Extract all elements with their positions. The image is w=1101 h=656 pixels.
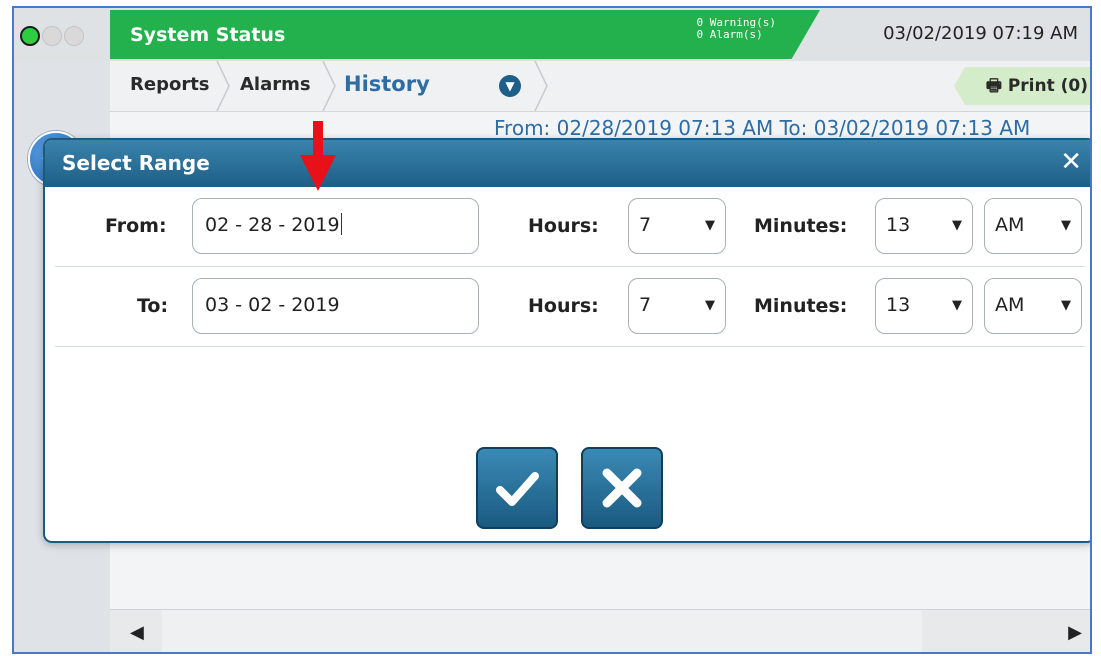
- to-hours-label: Hours:: [528, 295, 599, 317]
- check-icon: [496, 472, 539, 506]
- to-minutes-select[interactable]: 13 ▼: [875, 278, 973, 334]
- from-hours-select[interactable]: 7 ▼: [628, 198, 726, 254]
- breadcrumb: Reports Alarms History ▼ 🖶 Print (0): [110, 61, 1090, 112]
- from-ampm-value: AM: [995, 214, 1025, 236]
- to-ampm-value: AM: [995, 294, 1025, 316]
- breadcrumb-alarms[interactable]: Alarms: [240, 74, 311, 95]
- breadcrumb-separator-icon: [216, 61, 230, 111]
- select-range-dialog: Select Range ✕ From: 02 - 28 - 2019 Hour…: [43, 138, 1090, 543]
- close-icon[interactable]: ✕: [1060, 147, 1082, 177]
- printer-icon: 🖶: [985, 76, 1008, 96]
- top-status-bar: System Status 0 Warning(s) 0 Alarm(s) 03…: [14, 8, 1090, 61]
- scroll-track[interactable]: [162, 610, 922, 652]
- to-ampm-select[interactable]: AM ▼: [984, 278, 1082, 334]
- from-minutes-label: Minutes:: [754, 215, 848, 237]
- alarm-count: 0 Alarm(s): [696, 28, 763, 41]
- status-light-icon: [64, 26, 84, 46]
- chevron-down-icon: ▼: [952, 218, 962, 233]
- to-minutes-value: 13: [886, 294, 911, 316]
- chevron-down-icon[interactable]: ▼: [499, 75, 521, 97]
- breadcrumb-reports[interactable]: Reports: [130, 74, 210, 95]
- app-frame: System Status 0 Warning(s) 0 Alarm(s) 03…: [12, 6, 1092, 654]
- dialog-title: Select Range: [62, 151, 210, 175]
- to-label: To:: [137, 295, 169, 317]
- chevron-down-icon: ▼: [952, 298, 962, 313]
- scroll-left-icon[interactable]: ◀: [130, 622, 144, 643]
- confirm-button[interactable]: [476, 447, 558, 529]
- from-minutes-select[interactable]: 13 ▼: [875, 198, 973, 254]
- from-minutes-value: 13: [886, 214, 911, 236]
- cancel-button[interactable]: [581, 447, 663, 529]
- indicator-lights: [20, 26, 84, 46]
- from-hours-label: Hours:: [528, 215, 599, 237]
- print-label: Print (0): [1007, 76, 1088, 96]
- chevron-down-icon: ▼: [1061, 298, 1071, 313]
- print-button[interactable]: 🖶 Print (0): [954, 67, 1090, 105]
- text-cursor: [340, 213, 342, 235]
- breadcrumb-separator-icon: [322, 61, 336, 111]
- x-icon: [602, 468, 642, 508]
- to-hours-value: 7: [639, 294, 652, 316]
- to-date-value: 03 - 02 - 2019: [205, 294, 340, 316]
- chevron-down-icon: ▼: [1061, 218, 1071, 233]
- to-minutes-label: Minutes:: [754, 295, 848, 317]
- from-date-value: 02 - 28 - 2019: [205, 214, 340, 236]
- from-date-field[interactable]: 02 - 28 - 2019: [192, 198, 479, 254]
- chevron-down-icon: ▼: [705, 218, 715, 233]
- current-datetime: 03/02/2019 07:19 AM: [883, 23, 1078, 44]
- history-range-text: From: 02/28/2019 07:13 AM To: 03/02/2019…: [494, 116, 1031, 140]
- status-counts: 0 Warning(s) 0 Alarm(s): [697, 17, 776, 41]
- breadcrumb-separator-icon: [534, 61, 548, 111]
- status-light-icon: [42, 26, 62, 46]
- system-status-title: System Status: [130, 24, 286, 46]
- bottom-scroll-bar: ◀ ▶: [110, 609, 1090, 652]
- to-hours-select[interactable]: 7 ▼: [628, 278, 726, 334]
- from-ampm-select[interactable]: AM ▼: [984, 198, 1082, 254]
- chevron-down-icon: ▼: [705, 298, 715, 313]
- scroll-right-icon[interactable]: ▶: [1068, 622, 1082, 643]
- from-hours-value: 7: [639, 214, 652, 236]
- row-divider: [55, 266, 1085, 267]
- system-status-button[interactable]: System Status 0 Warning(s) 0 Alarm(s): [110, 10, 820, 59]
- red-arrow-icon: [300, 121, 336, 191]
- to-date-field[interactable]: 03 - 02 - 2019: [192, 278, 479, 334]
- row-divider: [55, 346, 1085, 347]
- dialog-header: Select Range ✕: [45, 140, 1090, 187]
- status-light-icon: [20, 26, 40, 46]
- from-label: From:: [105, 215, 167, 237]
- breadcrumb-history[interactable]: History: [344, 72, 430, 96]
